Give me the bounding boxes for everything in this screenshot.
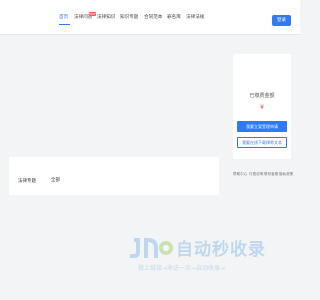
nav-item-home[interactable]: 首页 — [59, 15, 68, 21]
paid-amount-title: 已缴费金额 — [249, 93, 275, 99]
nav-item-topics[interactable]: 知识专题 — [120, 15, 138, 21]
category-label: 法律专题 — [18, 179, 36, 184]
filter-all[interactable]: 全部 — [51, 177, 60, 183]
nav-item-legal-knowledge[interactable]: 法律知识 — [97, 15, 115, 21]
nav-item-contracts[interactable]: 合同范本 — [144, 15, 162, 21]
watermark-emblem-icon — [130, 238, 173, 258]
download-document-button[interactable]: 我要在线下载律师文本 — [237, 137, 287, 148]
nav-item-crime-library[interactable]: 罪名库 — [167, 15, 181, 21]
link-contact[interactable]: 联系客服 — [264, 172, 278, 177]
nav-item-regulations[interactable]: 法律法规 — [186, 15, 204, 21]
login-button[interactable]: 登录 — [272, 15, 291, 26]
topic-filter-card: 法律专题 全部 — [9, 157, 219, 195]
watermark-title: 自动秒收录 — [176, 240, 266, 260]
payment-side-panel: 已缴费金额 ¥ 我要立案受理申请 我要在线下载律师文本 — [233, 54, 291, 159]
link-privacy[interactable]: 隐私政策 — [279, 172, 293, 177]
top-navigation-bar: 首页 法律问答 HOT 法律知识 知识专题 合同范本 罪名库 法律法规 登录 — [0, 0, 300, 35]
yen-symbol: ¥ — [260, 104, 264, 111]
active-nav-indicator — [59, 24, 70, 25]
link-help[interactable]: 帮助中心 — [233, 172, 247, 177]
watermark-logo: 自动秒收录 做上链接→来访一次→自动收录→ — [128, 232, 283, 276]
watermark-tagline: 做上链接→来访一次→自动收录→ — [138, 265, 226, 272]
side-footer-links: 帮助中心 付费说明 联系客服 隐私政策 — [233, 172, 293, 178]
apply-case-button[interactable]: 我要立案受理申请 — [237, 121, 287, 132]
hot-badge: HOT — [89, 12, 96, 16]
link-payment-info[interactable]: 付费说明 — [249, 172, 263, 177]
